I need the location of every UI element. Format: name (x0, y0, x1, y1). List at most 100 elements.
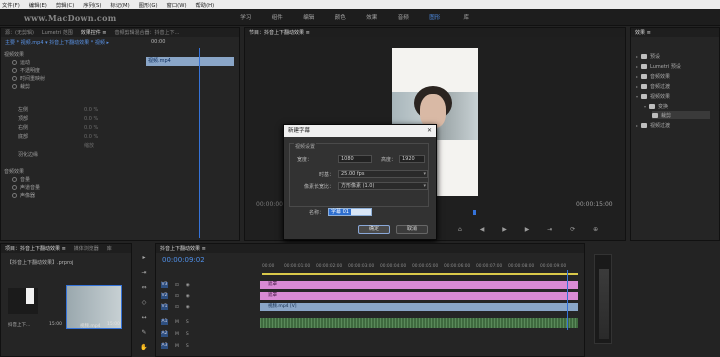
timeline-timecode: 00:00:09:02 (162, 256, 205, 264)
timeline-panel: 抖音上下翻动效果 ≡ (155, 243, 585, 357)
menu-help[interactable]: 帮助(H) (196, 1, 215, 9)
clip-a1[interactable] (260, 318, 578, 328)
premiere-window: 文件(F) 编辑(E) 剪辑(C) 序列(S) 标记(M) 图形(G) 窗口(W… (0, 0, 720, 357)
track-header-v3[interactable]: V3 ⊡ ◉ (158, 281, 258, 289)
fx-motion[interactable]: 运动 (12, 59, 140, 66)
work-area-bar[interactable] (262, 273, 578, 275)
par-select[interactable]: 方形像素 (1.0) (338, 182, 428, 190)
menu-file[interactable]: 文件(F) (2, 1, 20, 9)
menu-window[interactable]: 窗口(W) (167, 1, 187, 9)
fx-folder-presets[interactable]: ▸ 预设 (636, 52, 660, 60)
fx-opacity[interactable]: 不透明度 (12, 67, 140, 74)
height-field[interactable]: 1920 (399, 155, 425, 163)
ok-button[interactable]: 确定 (358, 225, 390, 234)
ruler-tick: 00:00 (262, 264, 275, 269)
tab-program[interactable]: 节目：抖音上下翻动效果 ≡ (249, 29, 310, 36)
ws-graphics[interactable]: 图形 (419, 13, 451, 21)
ec-clip-bar[interactable]: 视频.mp4 (146, 57, 234, 66)
fx-folder-audio-effects[interactable]: ▸ 音频效果 (636, 72, 670, 80)
ruler-tick: 00:00:02:00 (316, 264, 343, 269)
ws-audio[interactable]: 音频 (388, 13, 420, 21)
ec-playhead[interactable] (199, 48, 200, 238)
clip-v3[interactable]: 遮罩 (260, 281, 578, 289)
ws-color[interactable]: 颜色 (325, 13, 357, 21)
track-header-a3[interactable]: A3 M S (158, 342, 258, 350)
ws-effects[interactable]: 效果 (356, 13, 388, 21)
crop-left[interactable]: 左侧 0.0 % (18, 106, 146, 114)
tab-project[interactable]: 项目：抖音上下翻动效果 ≡ (5, 245, 66, 252)
track-header-v2[interactable]: V2 ⊡ ◉ (158, 292, 258, 300)
crop-right[interactable]: 右侧 0.0 % (18, 124, 146, 132)
fx-panner[interactable]: 声像器 (12, 192, 140, 199)
timeline-playhead[interactable] (567, 270, 568, 330)
ripple-edit-icon[interactable]: ⇔ (141, 284, 146, 291)
ruler-tick: 00:00:09:00 (540, 264, 567, 269)
track-header-a2[interactable]: A2 M S (158, 330, 258, 338)
fx-folder-transform[interactable]: ▾ 变换 (644, 102, 668, 110)
track-select-icon[interactable]: ⇥ (141, 269, 146, 276)
fx-icon (12, 60, 17, 65)
workspace-bar: www.MacDown.com 学习 组件 编辑 颜色 效果 音频 图形 库 (0, 9, 720, 26)
cancel-button[interactable]: 取消 (396, 225, 428, 234)
slip-tool-icon[interactable]: ↔ (141, 314, 146, 321)
clip-v2[interactable]: 遮罩 (260, 292, 578, 300)
close-icon[interactable]: ✕ (427, 127, 432, 134)
track-header-a1[interactable]: A1 M S (158, 318, 258, 326)
ws-editing[interactable]: 编辑 (293, 13, 325, 21)
fx-crop[interactable]: 裁剪 (12, 83, 140, 90)
fx-folder-video-trans[interactable]: ▸ 视频过渡 (636, 121, 670, 129)
track-header-v1[interactable]: V1 ⊡ ◉ (158, 303, 258, 311)
crop-top[interactable]: 顶部 0.0 % (18, 115, 146, 123)
tab-effects[interactable]: 效果 ≡ (635, 29, 651, 36)
fx-folder-audio-trans[interactable]: ▸ 音频过渡 (636, 82, 670, 90)
folder-icon (641, 122, 648, 128)
selection-tool-icon[interactable]: ▸ (142, 254, 145, 261)
fx-folder-video-effects[interactable]: ▾ 视频效果 (636, 92, 670, 100)
ruler-tick: 00:00:05:00 (412, 264, 439, 269)
folder-icon (641, 93, 648, 99)
fx-icon (12, 84, 17, 89)
ruler-tick: 00:00:01:00 (284, 264, 311, 269)
timebase-select[interactable]: 25.00 fps (338, 170, 428, 178)
folder-icon (641, 73, 648, 79)
hand-icon[interactable]: ✋ (140, 344, 147, 351)
fx-icon (12, 177, 17, 182)
fx-folder-lumetri[interactable]: ▸ Lumetri 预设 (636, 62, 681, 70)
watermark: www.MacDown.com (24, 13, 117, 23)
ws-libraries[interactable]: 库 (451, 13, 483, 21)
crop-zoom[interactable]: 缩放 (18, 142, 146, 149)
audio-effects-header: 音频效果 (4, 169, 25, 175)
crop-feather[interactable]: 羽化边缘 (18, 151, 146, 158)
tab-audio-mixer[interactable]: 音频剪辑混合器：抖音上下… (115, 29, 180, 36)
name-field[interactable]: 字幕 01 (328, 208, 372, 216)
tab-source[interactable]: 源：(无剪辑) (5, 29, 34, 36)
tab-media-browser[interactable]: 媒体浏览器 (74, 245, 99, 252)
tab-libraries[interactable]: 库 (107, 245, 112, 252)
menu-graphics[interactable]: 图形(G) (139, 1, 158, 9)
razor-icon[interactable]: ◇ (142, 299, 147, 306)
menu-clip[interactable]: 剪辑(C) (56, 1, 74, 9)
crop-bottom[interactable]: 底部 0.0 % (18, 133, 146, 141)
program-playhead[interactable] (473, 210, 476, 215)
menu-sequence[interactable]: 序列(S) (83, 1, 101, 9)
thumb-sequence[interactable] (8, 288, 38, 314)
menu-marker[interactable]: 标记(M) (110, 1, 129, 9)
fx-volume[interactable]: 音量 (12, 176, 140, 183)
menu-edit[interactable]: 编辑(E) (29, 1, 47, 9)
clip-selector[interactable]: 主要 * 视频.mp4 ▾ 抖音上下翻动效果 * 视频 ▸ (5, 39, 109, 46)
tab-effect-controls[interactable]: 效果控件 ≡ (81, 29, 107, 36)
transport-controls[interactable]: ⌂ ◀ ▶ ▶ ⇥ ⟳ ⊕ (458, 226, 606, 233)
ws-learn[interactable]: 学习 (230, 13, 262, 21)
width-field[interactable]: 1080 (338, 155, 372, 163)
fx-crop-item[interactable]: 裁剪 (652, 111, 710, 119)
fx-channel-volume[interactable]: 声道音量 (12, 184, 140, 191)
tab-timeline[interactable]: 抖音上下翻动效果 ≡ (160, 245, 206, 252)
name-label: 名称： (308, 210, 324, 216)
tab-lumetri-scopes[interactable]: Lumetri 范围 (42, 29, 73, 36)
ws-assembly[interactable]: 组件 (262, 13, 294, 21)
face (420, 94, 446, 128)
pen-icon[interactable]: ✎ (141, 329, 146, 336)
clip-v1[interactable]: 视频.mp4 [V] (260, 303, 578, 311)
folder-icon (641, 53, 648, 59)
fx-time-remap[interactable]: 时间重映射 (12, 75, 140, 82)
